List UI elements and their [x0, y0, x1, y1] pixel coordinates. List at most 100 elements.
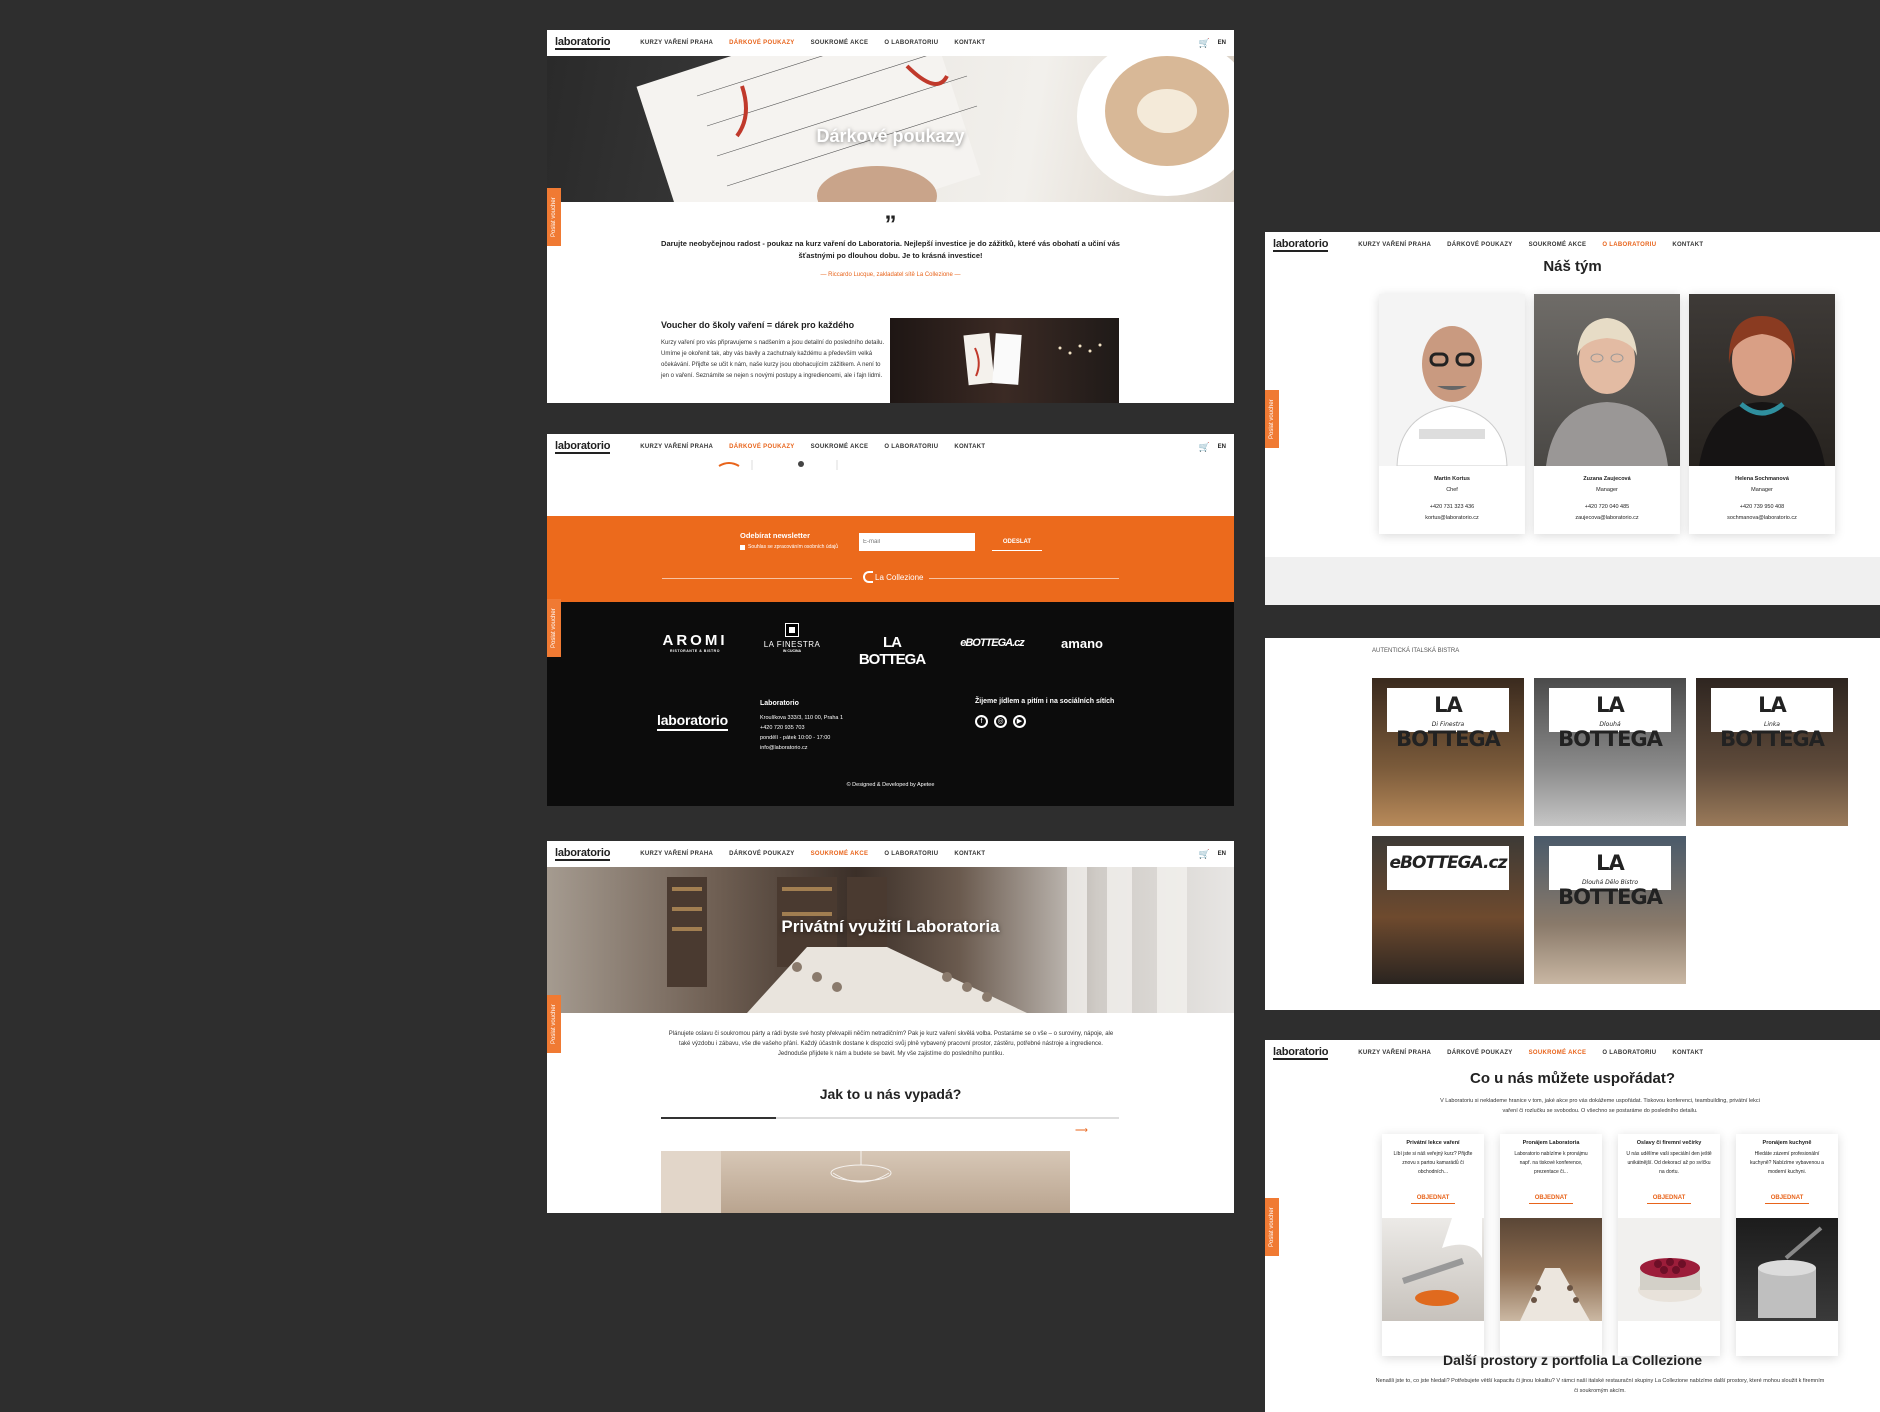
- la-bottega-logo[interactable]: LA BOTTEGA: [852, 634, 932, 668]
- social-block: Žijeme jídlem a pitím i na sociálních sí…: [975, 698, 1114, 728]
- nav-contact[interactable]: KONTAKT: [954, 444, 985, 450]
- nav-vouchers[interactable]: DÁRKOVÉ POUKAZY: [729, 851, 795, 857]
- bistro-card-di-finestra[interactable]: LA BOTTEGA Di Finestra: [1372, 678, 1524, 826]
- footer-contact: Laboratorio Kroulíkova 333/3, 110 00, Pr…: [760, 700, 843, 753]
- bistro-sub: Di Finestra: [1431, 721, 1465, 728]
- nav-courses[interactable]: KURZY VAŘENÍ PRAHA: [640, 851, 713, 857]
- nav-about[interactable]: O LABORATORIU: [884, 444, 938, 450]
- nav-contact[interactable]: KONTAKT: [1672, 242, 1703, 248]
- top-navigation: laboratorio KURZY VAŘENÍ PRAHA DÁRKOVÉ P…: [547, 434, 1234, 460]
- newsletter-section: Odebírat newsletter Souhlas se zpracován…: [547, 516, 1234, 602]
- facebook-icon[interactable]: f: [975, 715, 988, 728]
- nav-about[interactable]: O LABORATORIU: [884, 40, 938, 46]
- consent-checkbox[interactable]: [740, 544, 745, 550]
- nav-private-events[interactable]: SOUKROMÉ AKCE: [811, 444, 869, 450]
- order-button[interactable]: OBJEDNAT: [1646, 1193, 1692, 1204]
- aromi-logo[interactable]: AROMI RISTORANTE & BISTRO: [660, 632, 730, 653]
- send-voucher-tab[interactable]: Poslat voucher: [1265, 1198, 1279, 1256]
- send-voucher-tab[interactable]: Poslat voucher: [1265, 390, 1279, 448]
- nav-about[interactable]: O LABORATORIU: [1602, 242, 1656, 248]
- member-email[interactable]: zaujecova@laboratorio.cz: [1534, 513, 1680, 524]
- nav-courses[interactable]: KURZY VAŘENÍ PRAHA: [1358, 242, 1431, 248]
- nav-courses[interactable]: KURZY VAŘENÍ PRAHA: [640, 40, 713, 46]
- language-switch[interactable]: EN: [1218, 851, 1226, 857]
- consent-label: Souhlas se zpracováním osobních údajů: [748, 544, 839, 550]
- nav-vouchers[interactable]: DÁRKOVÉ POUKAZY: [1447, 242, 1513, 248]
- social-title: Žijeme jídlem a pitím i na sociálních sí…: [975, 698, 1115, 705]
- send-voucher-tab[interactable]: Poslat voucher: [547, 188, 561, 246]
- divider-line: [929, 578, 1119, 579]
- portrait-sochmanova: [1689, 294, 1835, 466]
- progress-fill: [661, 1117, 776, 1119]
- nav-vouchers[interactable]: DÁRKOVÉ POUKAZY: [729, 444, 795, 450]
- bistro-sub: Linka: [1764, 721, 1780, 728]
- member-email[interactable]: sochmanova@laboratorio.cz: [1689, 513, 1835, 524]
- send-voucher-tab[interactable]: Poslat voucher: [547, 599, 561, 657]
- nav-vouchers[interactable]: DÁRKOVÉ POUKAZY: [729, 40, 795, 46]
- member-email[interactable]: kortus@laboratorio.cz: [1379, 513, 1525, 524]
- nav-private-events[interactable]: SOUKROMÉ AKCE: [1529, 242, 1587, 248]
- top-navigation: laboratorio KURZY VAŘENÍ PRAHA DÁRKOVÉ P…: [1265, 232, 1880, 258]
- logo[interactable]: laboratorio: [555, 440, 610, 454]
- footer-email[interactable]: info@laboratorio.cz: [760, 743, 843, 753]
- member-phone[interactable]: +420 720 040 485: [1534, 502, 1680, 513]
- bistro-card-dlouha[interactable]: LA BOTTEGA Dlouhá: [1534, 678, 1686, 826]
- la-finestra-logo[interactable]: LA FINESTRA IN CUCINA: [757, 623, 827, 653]
- top-navigation: laboratorio KURZY VAŘENÍ PRAHA DÁRKOVÉ P…: [1265, 1040, 1880, 1066]
- member-role: Manager: [1751, 487, 1773, 493]
- logo[interactable]: laboratorio: [555, 847, 610, 861]
- language-switch[interactable]: EN: [1218, 444, 1226, 450]
- nav-contact[interactable]: KONTAKT: [954, 40, 985, 46]
- order-button[interactable]: OBJEDNAT: [1528, 1193, 1574, 1204]
- cart-icon[interactable]: 🛒: [1198, 38, 1209, 49]
- footer-laboratorio-logo[interactable]: laboratorio: [657, 712, 737, 731]
- amano-logo[interactable]: amano: [1052, 636, 1112, 651]
- member-phone[interactable]: +420 731 323 436: [1379, 502, 1525, 513]
- member-role: Manager: [1596, 487, 1618, 493]
- subscribe-button[interactable]: ODESLAT: [992, 533, 1042, 551]
- quote-author: — Riccardo Lucque, zakladatel sítě La Co…: [820, 272, 961, 278]
- language-switch[interactable]: EN: [1218, 40, 1226, 46]
- instagram-icon[interactable]: ◎: [994, 715, 1007, 728]
- bistro-card-dlouha-delo[interactable]: LA BOTTEGA Dlouhá Dělo Bistro: [1534, 836, 1686, 984]
- top-navigation: laboratorio KURZY VAŘENÍ PRAHA DÁRKOVÉ P…: [547, 30, 1234, 56]
- member-name: Zuzana Zaujecová: [1583, 476, 1631, 482]
- email-input[interactable]: [859, 533, 975, 551]
- ebottega-logo[interactable]: eBOTTEGA.cz: [952, 637, 1032, 649]
- order-button[interactable]: OBJEDNAT: [1764, 1193, 1810, 1204]
- footer-company: Laboratorio: [760, 700, 799, 707]
- nav-contact[interactable]: KONTAKT: [1672, 1050, 1703, 1056]
- nav-about[interactable]: O LABORATORIU: [884, 851, 938, 857]
- nav-about[interactable]: O LABORATORIU: [1602, 1050, 1656, 1056]
- gallery-photo: [661, 1151, 1070, 1213]
- quote-block: ” Darujte neobyčejnou radost - poukaz na…: [547, 213, 1234, 279]
- youtube-icon[interactable]: ▶: [1013, 715, 1026, 728]
- send-voucher-tab[interactable]: Poslat voucher: [547, 995, 561, 1053]
- cart-icon[interactable]: 🛒: [1198, 442, 1209, 453]
- bistro-card-linka[interactable]: LA BOTTEGA Linka: [1696, 678, 1848, 826]
- section-text: Kurzy vaření pro vás připravujeme s nadš…: [661, 340, 885, 379]
- team-page-screenshot: laboratorio KURZY VAŘENÍ PRAHA DÁRKOVÉ P…: [1265, 232, 1880, 605]
- nav-vouchers[interactable]: DÁRKOVÉ POUKAZY: [1447, 1050, 1513, 1056]
- gallery-arrow-icon[interactable]: ⟶: [1075, 1125, 1088, 1136]
- member-phone[interactable]: +420 739 950 408: [1689, 502, 1835, 513]
- footer-band: [1265, 557, 1880, 605]
- nav-contact[interactable]: KONTAKT: [954, 851, 985, 857]
- logo[interactable]: laboratorio: [555, 36, 610, 50]
- nav-private-events[interactable]: SOUKROMÉ AKCE: [1529, 1050, 1587, 1056]
- section-title: Voucher do školy vaření = dárek pro každ…: [661, 320, 855, 330]
- events-page-screenshot: laboratorio KURZY VAŘENÍ PRAHA DÁRKOVÉ P…: [1265, 1040, 1880, 1412]
- nav-private-events[interactable]: SOUKROMÉ AKCE: [811, 851, 869, 857]
- footer-phone[interactable]: +420 720 935 703: [760, 723, 843, 733]
- logo[interactable]: laboratorio: [1273, 238, 1328, 252]
- cart-icon[interactable]: 🛒: [1198, 849, 1209, 860]
- order-button[interactable]: OBJEDNAT: [1410, 1193, 1456, 1204]
- nav-private-events[interactable]: SOUKROMÉ AKCE: [811, 40, 869, 46]
- vouchers-page-screenshot: laboratorio KURZY VAŘENÍ PRAHA DÁRKOVÉ P…: [547, 30, 1234, 403]
- bistro-card-ebottega[interactable]: eBOTTEGA.cz: [1372, 836, 1524, 984]
- card-photo-dining: [1500, 1218, 1602, 1321]
- logo[interactable]: laboratorio: [1273, 1046, 1328, 1060]
- portrait-kortus: [1379, 294, 1525, 466]
- nav-courses[interactable]: KURZY VAŘENÍ PRAHA: [640, 444, 713, 450]
- nav-courses[interactable]: KURZY VAŘENÍ PRAHA: [1358, 1050, 1431, 1056]
